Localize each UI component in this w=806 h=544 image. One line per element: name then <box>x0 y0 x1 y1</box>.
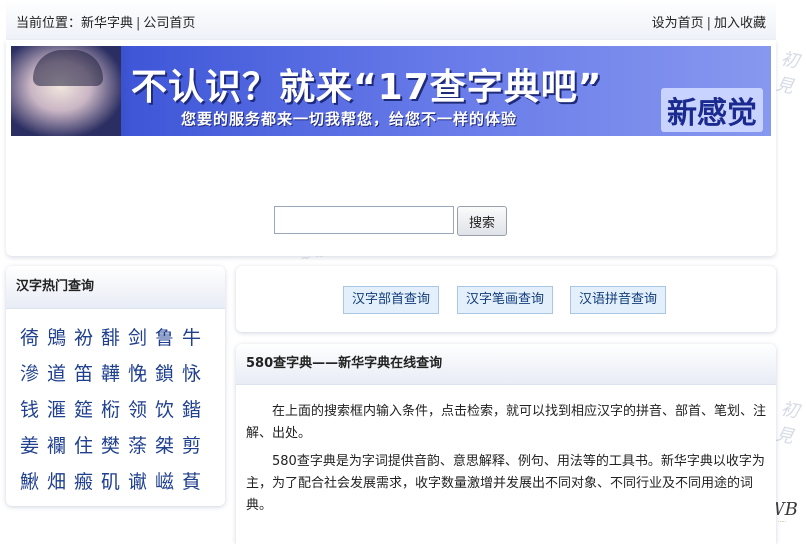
hot-chars-grid: 徛鶂衯馡剑鲁牛滲道笛韡悗鎖怺钱滙筵椼领饮鍇姜襴住樊蒤桀剪鰍畑瘢矶谳嵫萯 <box>20 320 220 500</box>
hot-char-link[interactable]: 笛 <box>74 356 101 392</box>
info-paragraph-2: 580查字典是为字词提供音韵、意思解释、例句、用法等的工具书。新华字典以收字为主… <box>246 454 765 513</box>
hot-char-link[interactable]: 嵫 <box>155 464 182 500</box>
top-bar: 当前位置：新华字典 | 公司首页 设为首页 | 加入收藏 <box>6 0 776 41</box>
hot-char-link[interactable]: 鰍 <box>20 464 47 500</box>
hot-chars-panel: 汉字热门查询 徛鶂衯馡剑鲁牛滲道笛韡悗鎖怺钱滙筵椼领饮鍇姜襴住樊蒤桀剪鰍畑瘢矶谳… <box>6 266 225 506</box>
hot-char-link[interactable]: 椼 <box>101 392 128 428</box>
banner-subline: 您要的服务都来一切我帮您，给您不一样的体验 <box>181 110 518 128</box>
info-panel: 580查字典——新华字典在线查询 在上面的搜索框内输入条件，点击检索，就可以找到… <box>236 344 776 544</box>
top-links-separator: | <box>706 16 711 31</box>
search-button[interactable]: 搜索 <box>457 206 507 236</box>
hot-char-link[interactable]: 鎖 <box>155 356 182 392</box>
hot-char-link[interactable]: 桀 <box>155 428 182 464</box>
banner-badge: 新感觉 <box>661 88 763 132</box>
breadcrumb-link-home[interactable]: 公司首页 <box>143 16 195 31</box>
hot-char-link[interactable]: 襴 <box>47 428 74 464</box>
hot-char-link[interactable]: 徛 <box>20 320 47 356</box>
banner-headline: 不认识？就来“17查字典吧” <box>131 67 603 108</box>
banner-portrait-image <box>11 46 121 136</box>
tab-stroke-lookup[interactable]: 汉字笔画查询 <box>457 286 554 314</box>
hot-char-link[interactable]: 姜 <box>20 428 47 464</box>
hot-char-link[interactable]: 住 <box>74 428 101 464</box>
hot-char-link[interactable]: 道 <box>47 356 74 392</box>
hot-char-link[interactable]: 怺 <box>182 356 209 392</box>
hot-char-link[interactable]: 悗 <box>128 356 155 392</box>
hot-char-link[interactable]: 饮 <box>155 392 182 428</box>
hot-char-link[interactable]: 剑 <box>128 320 155 356</box>
hero-panel: 不认识？就来“17查字典吧” 您要的服务都来一切我帮您，给您不一样的体验 新感觉… <box>6 40 776 256</box>
breadcrumb-separator: | <box>136 16 141 31</box>
info-title: 580查字典——新华字典在线查询 <box>236 344 776 385</box>
set-homepage-link[interactable]: 设为首页 <box>652 16 704 31</box>
hot-char-link[interactable]: 鶂 <box>47 320 74 356</box>
hot-chars-title: 汉字热门查询 <box>6 266 225 309</box>
hot-char-link[interactable]: 矶 <box>101 464 128 500</box>
info-paragraph-1: 在上面的搜索框内输入条件，点击检索，就可以找到相应汉字的拼音、部首、笔划、注解、… <box>246 404 767 441</box>
watermark-text-bottom: 初見 <box>773 398 801 448</box>
hot-char-link[interactable]: 鍇 <box>182 392 209 428</box>
breadcrumb-prefix: 当前位置： <box>16 16 82 31</box>
hot-char-link[interactable]: 衯 <box>74 320 101 356</box>
top-links: 设为首页 | 加入收藏 <box>652 12 766 31</box>
hot-char-link[interactable]: 韡 <box>101 356 128 392</box>
hot-char-link[interactable]: 领 <box>128 392 155 428</box>
breadcrumb-link-dictionary[interactable]: 新华字典 <box>81 16 133 31</box>
hot-char-link[interactable]: 樊 <box>101 428 128 464</box>
lookup-tabs-panel: 汉字部首查询 汉字笔画查询 汉语拼音查询 <box>236 266 776 332</box>
tab-pinyin-lookup[interactable]: 汉语拼音查询 <box>570 286 667 314</box>
banner-ad[interactable]: 不认识？就来“17查字典吧” 您要的服务都来一切我帮您，给您不一样的体验 新感觉 <box>11 46 771 136</box>
hot-char-link[interactable]: 馡 <box>101 320 128 356</box>
hot-char-link[interactable]: 瘢 <box>74 464 101 500</box>
add-favorite-link[interactable]: 加入收藏 <box>714 16 766 31</box>
search-input[interactable] <box>274 206 454 234</box>
watermark-text-top: 初見 <box>773 48 801 98</box>
hot-char-link[interactable]: 蒤 <box>128 428 155 464</box>
hot-char-link[interactable]: 牛 <box>182 320 209 356</box>
hot-char-link[interactable]: 滙 <box>47 392 74 428</box>
breadcrumb: 当前位置：新华字典 | 公司首页 <box>16 12 195 31</box>
hot-char-link[interactable]: 滲 <box>20 356 47 392</box>
hot-char-link[interactable]: 剪 <box>182 428 209 464</box>
hot-char-link[interactable]: 萯 <box>182 464 209 500</box>
hot-char-link[interactable]: 钱 <box>20 392 47 428</box>
hot-char-link[interactable]: 谳 <box>128 464 155 500</box>
hot-char-link[interactable]: 鲁 <box>155 320 182 356</box>
tab-radical-lookup[interactable]: 汉字部首查询 <box>343 286 440 314</box>
hot-char-link[interactable]: 畑 <box>47 464 74 500</box>
hot-char-link[interactable]: 筵 <box>74 392 101 428</box>
info-body: 在上面的搜索框内输入条件，点击检索，就可以找到相应汉字的拼音、部首、笔划、注解、… <box>236 385 776 517</box>
